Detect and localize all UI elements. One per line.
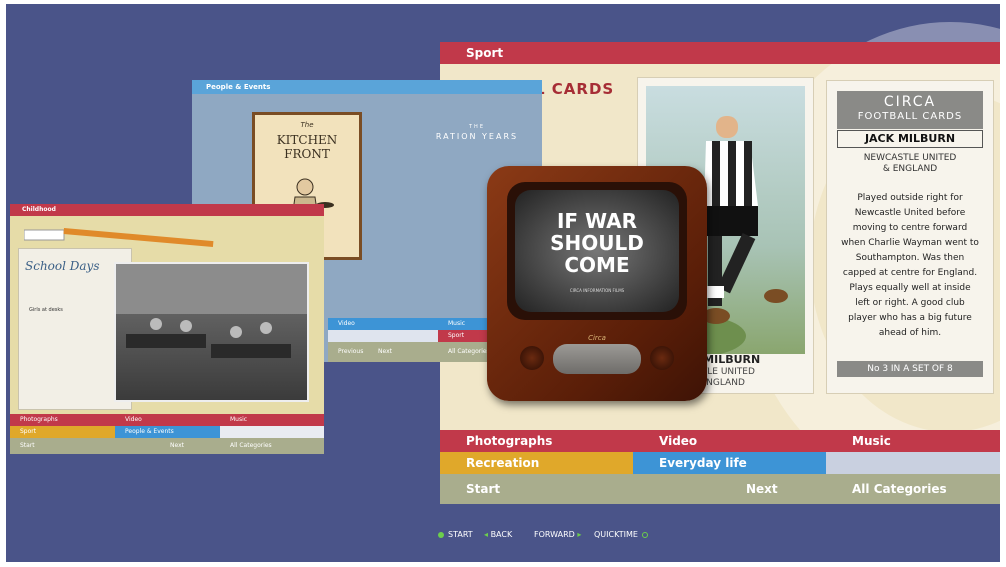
nav-back[interactable]: ◂ BACK [484, 528, 512, 542]
tv-knob-right-icon[interactable] [650, 346, 674, 370]
people-category-video[interactable]: Video [328, 318, 438, 330]
people-next-link[interactable]: Next [368, 346, 428, 358]
tv-speaker-grille [553, 344, 641, 374]
tv-title-line1: IF WAR [556, 209, 638, 233]
category-photographs[interactable]: Photographs [440, 430, 633, 452]
school-category-people-events[interactable]: People & Events [115, 426, 220, 438]
info-card: CIRCA FOOTBALL CARDS JACK MILBURN NEWCAS… [826, 80, 994, 394]
category-recreation[interactable]: Recreation [440, 452, 633, 474]
category-row-1: Photographs Video Music [440, 430, 1000, 452]
category-empty [826, 452, 1000, 474]
nav-quicktime-label: QUICKTIME [594, 530, 638, 539]
childhood-header: Childhood [10, 204, 324, 216]
circa-brand: CIRCA [883, 94, 937, 110]
nav-forward-label: FORWARD [534, 530, 575, 539]
next-link[interactable]: Next [720, 478, 820, 500]
category-music[interactable]: Music [826, 430, 1000, 452]
school-category-video[interactable]: Video [115, 414, 220, 426]
tv-screen-frame: IF WAR SHOULD COME CIRCA INFORMATION FIL… [507, 182, 687, 320]
classroom-photo[interactable] [114, 262, 309, 402]
info-club: NEWCASTLE UNITED & ENGLAND [837, 153, 983, 175]
info-player-name: JACK MILBURN [837, 130, 983, 148]
nav-back-label: BACK [490, 530, 513, 539]
info-club-line1: NEWCASTLE UNITED [863, 153, 957, 163]
navigation-row: Start Next All Categories [440, 474, 1000, 504]
pencil-decoration [24, 228, 214, 248]
nav-forward[interactable]: FORWARD ▸ [534, 528, 581, 542]
category-row-2: Recreation Everyday life [440, 452, 1000, 474]
nav-start[interactable]: START [438, 528, 473, 542]
start-link[interactable]: Start [440, 478, 633, 500]
childhood-screen: Childhood School Days Girls at desks Pho… [10, 204, 324, 454]
school-start-link[interactable]: Start [10, 440, 90, 452]
school-all-categories-link[interactable]: All Categories [220, 440, 324, 452]
school-subtitle: Girls at desks [29, 307, 63, 313]
tv-knob-left-icon[interactable] [520, 346, 544, 370]
ration-years: RATION YEARS [435, 132, 519, 141]
football-cards-subtitle: FOOTBALL CARDS [857, 111, 963, 122]
school-category-music[interactable]: Music [220, 414, 324, 426]
school-nav-row: Start Next All Categories [10, 438, 324, 454]
sport-header: Sport [440, 42, 1000, 64]
book-title: KITCHEN FRONT [276, 133, 338, 161]
school-category-photographs[interactable]: Photographs [10, 414, 115, 426]
tv-credit: CIRCA INFORMATION FILMS [569, 288, 625, 293]
nav-quicktime[interactable]: QUICKTIME [594, 528, 648, 542]
tv-title-line3: COME [564, 253, 630, 277]
cards-title: L CARDS [535, 80, 615, 98]
school-days-title: School Days [25, 259, 100, 273]
book-kicker: The [300, 121, 314, 129]
category-everyday-life[interactable]: Everyday life [633, 452, 826, 474]
people-category-empty [328, 330, 438, 342]
tv-screen[interactable]: IF WAR SHOULD COME CIRCA INFORMATION FIL… [515, 190, 679, 312]
all-categories-link[interactable]: All Categories [826, 478, 1000, 500]
quicktime-ring-icon [641, 531, 648, 538]
info-card-footer: No 3 IN A SET OF 8 [837, 361, 983, 377]
showcase-stage: Sport L CARDS K MILBURN STLE UNITED NGLA… [6, 4, 1000, 562]
ration-the: THE [469, 124, 485, 130]
start-dot-icon [438, 531, 444, 538]
school-category-empty [220, 426, 324, 438]
school-category-sport[interactable]: Sport [10, 426, 115, 438]
category-video[interactable]: Video [633, 430, 826, 452]
info-club-line2: & ENGLAND [882, 164, 938, 174]
forward-arrow-icon: ▸ [574, 530, 582, 539]
people-header: People & Events [192, 80, 542, 94]
ration-years-title: THE RATION YEARS [422, 122, 532, 142]
info-description: Played outside right for Newcastle Unite… [841, 193, 979, 338]
info-card-header: CIRCA FOOTBALL CARDS [837, 91, 983, 129]
tv-title-line2: SHOULD [550, 231, 644, 255]
tv-brand: Circa [588, 334, 606, 342]
retro-television[interactable]: IF WAR SHOULD COME CIRCA INFORMATION FIL… [487, 166, 707, 401]
school-next-link[interactable]: Next [160, 440, 220, 452]
nav-start-label: START [448, 530, 473, 539]
